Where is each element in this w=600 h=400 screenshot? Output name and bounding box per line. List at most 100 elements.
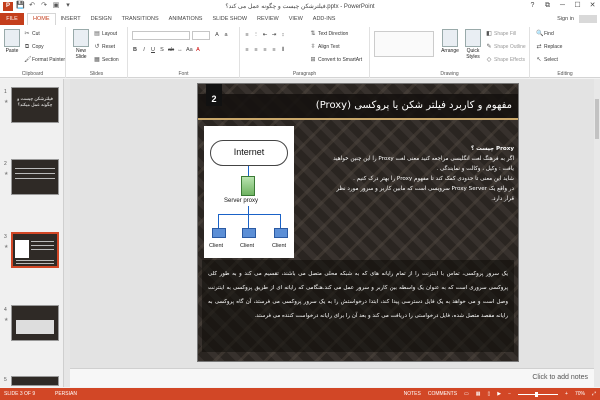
new-slide-button[interactable]: New Slide <box>70 29 92 60</box>
account-avatar[interactable] <box>579 15 597 23</box>
align-left-icon[interactable]: ≡ <box>244 47 250 54</box>
convert-smartart-button[interactable]: ⊞ Convert to SmartArt <box>310 57 362 63</box>
text-direction-button[interactable]: ⇅ Text Direction <box>310 31 348 37</box>
slideshow-view-icon[interactable]: ▶ <box>497 391 501 397</box>
font-name-box[interactable] <box>132 31 190 40</box>
thumbnail-line <box>31 241 54 242</box>
underline-icon[interactable]: U <box>150 47 156 53</box>
quick-styles-button[interactable]: Quick Styles <box>462 29 484 60</box>
section-button[interactable]: ▦ Section <box>94 57 119 63</box>
replace-button[interactable]: ⇄ Replace <box>536 44 562 50</box>
minimize-button[interactable]: ─ <box>557 1 568 11</box>
shapes-gallery[interactable] <box>374 31 434 57</box>
tab-add-ins[interactable]: ADD-INS <box>308 13 341 25</box>
reset-button[interactable]: ↺ Reset <box>94 44 115 50</box>
align-center-icon[interactable]: ≡ <box>253 47 259 54</box>
copy-button[interactable]: ⧉ Copy <box>24 44 44 50</box>
transition-star-icon: ★ <box>4 317 9 323</box>
scissors-icon: ✂ <box>24 31 30 37</box>
line-spacing-icon[interactable]: ↕ <box>280 32 286 38</box>
replace-label: Replace <box>544 44 563 50</box>
increase-indent-icon[interactable]: ⇥ <box>271 32 277 38</box>
char-spacing-icon[interactable]: ↔ <box>177 47 183 53</box>
shape-outline-button[interactable]: ✎ Shape Outline <box>486 44 525 50</box>
client-label: Client <box>240 243 255 249</box>
thumbnail-line <box>31 249 54 250</box>
client-label: Client <box>272 243 287 249</box>
notes-pane[interactable]: Click to add notes <box>70 368 594 387</box>
bullets-icon[interactable]: ≡ <box>244 32 250 38</box>
zoom-in-icon[interactable]: + <box>565 391 568 397</box>
normal-view-icon[interactable]: ▭ <box>464 391 469 397</box>
shape-fill-button[interactable]: ◧ Shape Fill <box>486 31 516 37</box>
tab-view[interactable]: VIEW <box>284 13 308 25</box>
arrange-button[interactable]: Arrange <box>438 29 462 54</box>
help-icon[interactable]: ? <box>527 1 538 11</box>
font-group: A a B I U S ab ↔ Aa A Font <box>128 27 240 78</box>
slide-sorter-icon[interactable]: ▦ <box>476 391 481 397</box>
clipboard-group-label: Clipboard <box>21 71 44 77</box>
diagram-link <box>280 214 281 228</box>
reading-view-icon[interactable]: ▯ <box>488 391 491 397</box>
ribbon-display-icon[interactable]: ⧉ <box>542 1 553 11</box>
slide-thumbnail-5[interactable] <box>11 376 59 386</box>
slide-thumbnail-3[interactable] <box>11 232 59 268</box>
strikethrough-icon[interactable]: ab <box>168 47 174 53</box>
select-button[interactable]: ↖ Select <box>536 57 557 63</box>
numbering-icon[interactable]: ⋮ <box>253 32 259 38</box>
comments-toggle[interactable]: COMMENTS <box>428 391 457 397</box>
change-case-icon[interactable]: Aa <box>186 47 193 53</box>
zoom-slider[interactable] <box>518 391 559 397</box>
language-indicator[interactable]: PERSIAN <box>55 391 77 397</box>
canvas-scrollbar[interactable] <box>594 79 600 387</box>
maximize-button[interactable]: ☐ <box>572 1 583 11</box>
justify-icon[interactable]: ≡ <box>271 47 277 54</box>
paste-button[interactable]: Paste <box>2 29 22 54</box>
tab-insert[interactable]: INSERT <box>56 13 86 25</box>
sign-in-link[interactable]: Sign in <box>557 13 574 25</box>
thumbnail-image <box>16 320 54 334</box>
proxy-diagram[interactable]: Internet Server proxy Client Client Clie… <box>204 126 294 258</box>
tab-animations[interactable]: ANIMATIONS <box>164 13 208 25</box>
cut-button[interactable]: ✂ Cut <box>24 31 39 37</box>
tab-design[interactable]: DESIGN <box>86 13 117 25</box>
slide-body-text[interactable]: Proxy چیست ؟ اگر به فرهنگ لغت انگلیسی مر… <box>298 144 514 204</box>
align-text-icon: ⇳ <box>310 44 316 50</box>
zoom-out-icon[interactable]: − <box>508 391 511 397</box>
slide-thumbnail-1[interactable]: فیلترشکن چیست و چگونه عمل میکند؟ <box>11 87 59 123</box>
shadow-icon[interactable]: S <box>159 47 165 53</box>
align-text-button[interactable]: ⇳ Align Text <box>310 44 339 50</box>
current-slide[interactable]: 2 مفهوم و کاربرد فیلتر شکن یا پروکسی (Pr… <box>197 83 519 362</box>
shape-effects-button[interactable]: ◇ Shape Effects <box>486 57 525 63</box>
tab-transitions[interactable]: TRANSITIONS <box>117 13 164 25</box>
columns-icon[interactable]: ⫴ <box>280 47 286 54</box>
tab-file[interactable]: FILE <box>0 13 24 25</box>
thumbnail-title: فیلترشکن چیست و چگونه عمل میکند؟ <box>17 96 53 107</box>
notes-toggle[interactable]: NOTES <box>404 391 421 397</box>
tab-home[interactable]: HOME <box>27 13 56 25</box>
bold-icon[interactable]: B <box>132 47 138 53</box>
layout-button[interactable]: ▤ Layout <box>94 31 117 37</box>
slide-thumbnail-2[interactable] <box>11 159 59 195</box>
align-right-icon[interactable]: ≡ <box>262 47 268 54</box>
decrease-indent-icon[interactable]: ⇤ <box>262 32 268 38</box>
zoom-level[interactable]: 70% <box>575 391 585 397</box>
close-button[interactable]: ✕ <box>587 1 598 11</box>
decrease-font-icon[interactable]: a <box>223 32 229 38</box>
fit-slide-icon[interactable]: ⤢ <box>592 391 596 397</box>
tab-slide-show[interactable]: SLIDE SHOW <box>207 13 252 25</box>
text-direction-label: Text Direction <box>318 31 349 37</box>
font-color-icon[interactable]: A <box>195 47 201 53</box>
find-label: Find <box>544 31 554 37</box>
increase-font-icon[interactable]: A <box>214 32 220 38</box>
slide-thumbnail-4[interactable] <box>11 305 59 341</box>
zoom-slider-handle[interactable] <box>535 391 539 397</box>
find-button[interactable]: 🔍 Find <box>536 31 554 37</box>
scrollbar-thumb[interactable] <box>595 99 599 139</box>
tab-review[interactable]: REVIEW <box>252 13 284 25</box>
font-size-box[interactable] <box>192 31 210 40</box>
format-painter-button[interactable]: 🖌 Format Painter <box>24 57 65 63</box>
slide-paragraph-text[interactable]: یک سرور پروکسی، تماس با اینترنت را از تم… <box>208 267 508 323</box>
italic-icon[interactable]: I <box>141 47 147 53</box>
slide-title[interactable]: مفهوم و کاربرد فیلتر شکن یا پروکسی (Prox… <box>228 100 512 111</box>
